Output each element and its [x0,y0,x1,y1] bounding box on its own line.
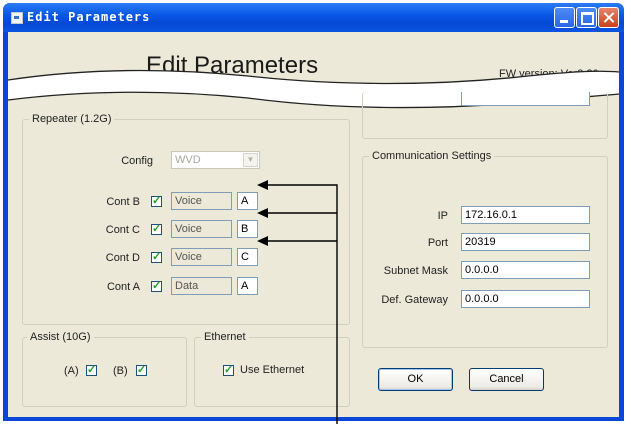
callout-arrow-cont-b [257,180,268,190]
callout-lines [257,180,338,424]
callout-arrow-cont-c [257,208,268,218]
callout-arrow-cont-d [257,236,268,246]
